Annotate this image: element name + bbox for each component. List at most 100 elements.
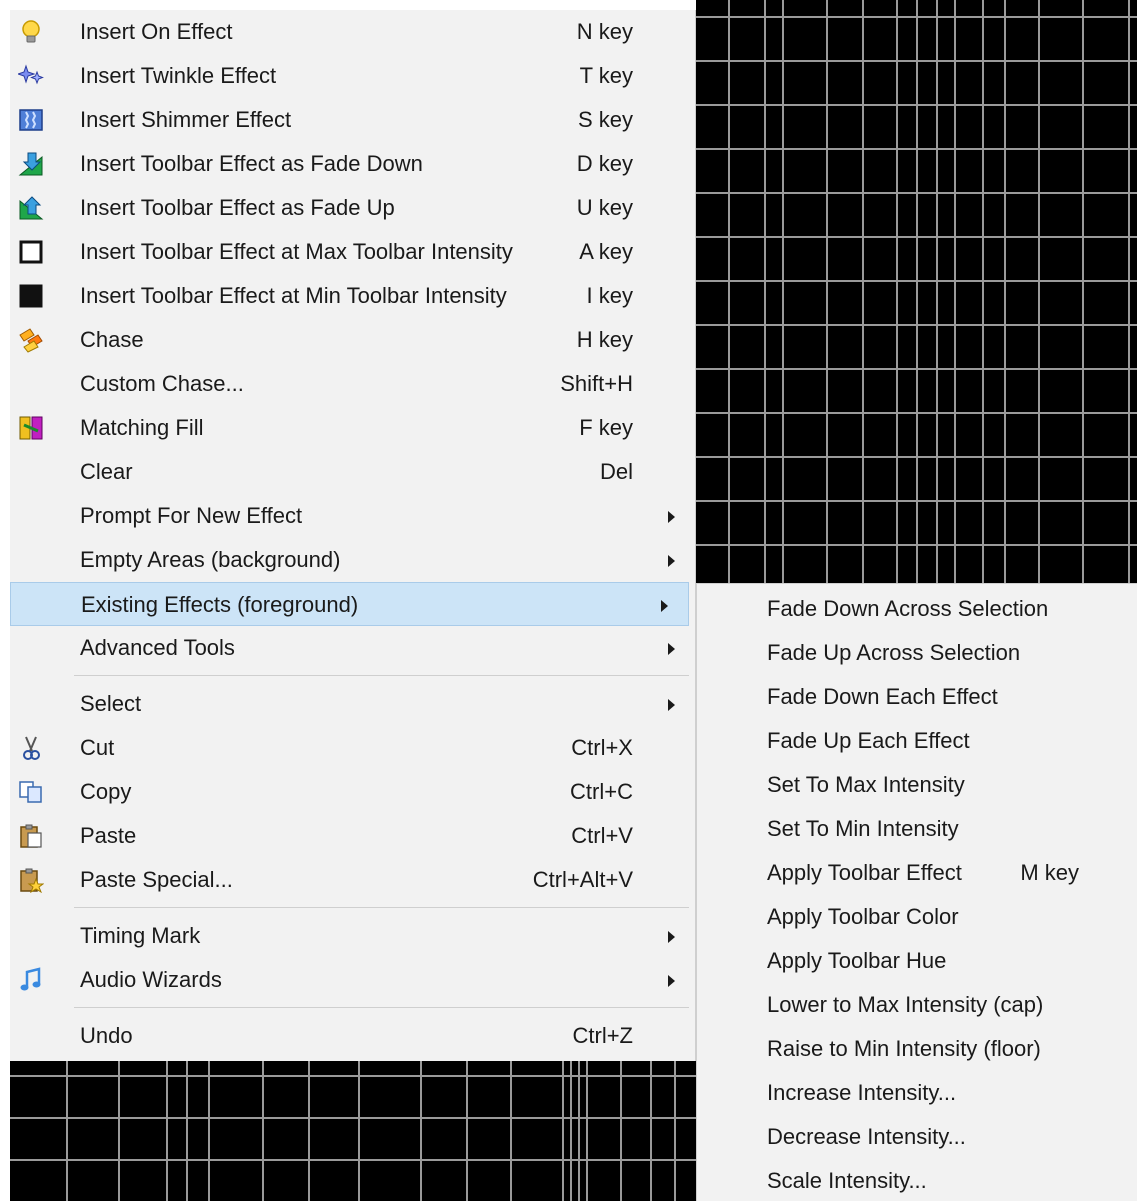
submenu-item-set-to-max-intensity[interactable]: Set To Max Intensity: [697, 763, 1137, 807]
submenu-item-increase-intensity[interactable]: Increase Intensity...: [697, 1071, 1137, 1115]
menu-item-empty-areas-background[interactable]: Empty Areas (background): [10, 538, 695, 582]
submenu-item-label: Increase Intensity...: [767, 1080, 957, 1105]
menu-item-shortcut: Ctrl+X: [571, 735, 633, 760]
grid-line: [696, 104, 1137, 106]
menu-item-insert-toolbar-effect-as-fade-down[interactable]: Insert Toolbar Effect as Fade Down D key: [10, 142, 695, 186]
menu-item-clear[interactable]: Clear Del: [10, 450, 695, 494]
grid-line: [696, 60, 1137, 62]
menu-item-audio-wizards[interactable]: Audio Wizards: [10, 958, 695, 1002]
menu-item-label: Prompt For New Effect: [80, 503, 303, 528]
menu-item-matching-fill[interactable]: Matching Fill F key: [10, 406, 695, 450]
chase-icon: [18, 327, 44, 353]
submenu-item-label: Apply Toolbar Color: [767, 904, 959, 929]
submenu-arrow-icon: [668, 511, 675, 523]
submenu-item-decrease-intensity[interactable]: Decrease Intensity...: [697, 1115, 1137, 1159]
sequence-grid-bottom[interactable]: [10, 1061, 696, 1201]
menu-item-chase[interactable]: Chase H key: [10, 318, 695, 362]
music-note-icon: [18, 967, 44, 993]
menu-item-label: Matching Fill: [80, 415, 204, 440]
menu-item-insert-twinkle-effect[interactable]: Insert Twinkle Effect T key: [10, 54, 695, 98]
grid-line: [308, 1061, 310, 1201]
menu-item-custom-chase[interactable]: Custom Chase... Shift+H: [10, 362, 695, 406]
menu-item-label: Cut: [80, 735, 115, 760]
shimmer-icon: [18, 107, 44, 133]
menu-item-advanced-tools[interactable]: Advanced Tools: [10, 626, 695, 670]
grid-line: [420, 1061, 422, 1201]
menu-item-copy[interactable]: Copy Ctrl+C: [10, 770, 695, 814]
menu-item-label: Insert Toolbar Effect as Fade Down: [80, 151, 423, 176]
grid-line: [586, 1061, 588, 1201]
grid-line: [696, 236, 1137, 238]
submenu-item-raise-to-min-intensity-floor[interactable]: Raise to Min Intensity (floor): [697, 1027, 1137, 1071]
menu-item-shortcut: F key: [579, 415, 633, 440]
menu-item-label: Insert Toolbar Effect as Fade Up: [80, 195, 395, 220]
menu-item-shortcut: Ctrl+Alt+V: [532, 867, 633, 892]
menu-item-existing-effects-foreground[interactable]: Existing Effects (foreground): [10, 582, 689, 626]
menu-item-label: Insert Toolbar Effect at Min Toolbar Int…: [80, 283, 507, 308]
menu-item-label: Insert On Effect: [80, 19, 233, 44]
menu-item-cut[interactable]: Cut Ctrl+X: [10, 726, 695, 770]
submenu-item-apply-toolbar-color[interactable]: Apply Toolbar Color: [697, 895, 1137, 939]
submenu-item-fade-down-each-effect[interactable]: Fade Down Each Effect: [697, 675, 1137, 719]
menu-separator: [74, 675, 689, 676]
menu-item-insert-on-effect[interactable]: Insert On Effect N key: [10, 10, 695, 54]
grid-line: [186, 1061, 188, 1201]
grid-line: [982, 0, 984, 583]
menu-item-undo[interactable]: Undo Ctrl+Z: [10, 1014, 695, 1058]
menu-item-insert-toolbar-effect-at-max-toolbar-intensity[interactable]: Insert Toolbar Effect at Max Toolbar Int…: [10, 230, 695, 274]
submenu-item-fade-down-across-selection[interactable]: Fade Down Across Selection: [697, 587, 1137, 631]
menu-item-label: Empty Areas (background): [80, 547, 341, 572]
menu-item-shortcut: I key: [586, 283, 633, 308]
menu-item-label: Advanced Tools: [80, 635, 235, 660]
sequence-grid-top[interactable]: [696, 0, 1137, 583]
max-intensity-icon: [18, 239, 44, 265]
menu-item-prompt-for-new-effect[interactable]: Prompt For New Effect: [10, 494, 695, 538]
menu-item-label: Timing Mark: [80, 923, 201, 948]
menu-item-insert-toolbar-effect-at-min-toolbar-intensity[interactable]: Insert Toolbar Effect at Min Toolbar Int…: [10, 274, 695, 318]
menu-item-shortcut: Ctrl+Z: [572, 1023, 634, 1048]
submenu-arrow-icon: [668, 931, 675, 943]
submenu-item-apply-toolbar-hue[interactable]: Apply Toolbar Hue: [697, 939, 1137, 983]
submenu-item-scale-intensity[interactable]: Scale Intensity...: [697, 1159, 1137, 1203]
grid-line: [650, 1061, 652, 1201]
grid-line: [208, 1061, 210, 1201]
menu-item-label: Audio Wizards: [80, 967, 222, 992]
menu-item-label: Paste: [80, 823, 137, 848]
menu-item-shortcut: Ctrl+C: [570, 779, 633, 804]
menu-item-insert-toolbar-effect-as-fade-up[interactable]: Insert Toolbar Effect as Fade Up U key: [10, 186, 695, 230]
submenu-item-apply-toolbar-effect[interactable]: Apply Toolbar Effect M key: [697, 851, 1137, 895]
grid-line: [936, 0, 938, 583]
menu-item-label: Custom Chase...: [80, 371, 244, 396]
menu-item-label: Insert Twinkle Effect: [80, 63, 277, 88]
submenu-item-label: Apply Toolbar Hue: [767, 948, 947, 973]
submenu-item-fade-up-each-effect[interactable]: Fade Up Each Effect: [697, 719, 1137, 763]
menu-item-timing-mark[interactable]: Timing Mark: [10, 914, 695, 958]
menu-item-select[interactable]: Select: [10, 682, 695, 726]
grid-line: [696, 368, 1137, 370]
fade-up-icon: [18, 195, 44, 221]
menu-item-shortcut: Del: [599, 459, 633, 484]
menu-item-paste[interactable]: Paste Ctrl+V: [10, 814, 695, 858]
twinkle-icon: [16, 63, 44, 89]
submenu-item-lower-to-max-intensity-cap[interactable]: Lower to Max Intensity (cap): [697, 983, 1137, 1027]
submenu-item-set-to-min-intensity[interactable]: Set To Min Intensity: [697, 807, 1137, 851]
menu-item-insert-shimmer-effect[interactable]: Insert Shimmer Effect S key: [10, 98, 695, 142]
scissors-icon: [18, 735, 44, 761]
menu-item-paste-special[interactable]: Paste Special... Ctrl+Alt+V: [10, 858, 695, 902]
grid-line: [1128, 0, 1130, 583]
grid-line: [826, 0, 828, 583]
grid-line: [620, 1061, 622, 1201]
menu-item-shortcut: N key: [576, 19, 633, 44]
submenu-item-fade-up-across-selection[interactable]: Fade Up Across Selection: [697, 631, 1137, 675]
submenu-item-label: Apply Toolbar Effect: [767, 860, 962, 885]
menu-item-shortcut: U key: [576, 195, 633, 220]
grid-line: [696, 280, 1137, 282]
submenu-item-label: Decrease Intensity...: [767, 1124, 966, 1149]
grid-line: [118, 1061, 120, 1201]
menu-item-label: Clear: [80, 459, 133, 484]
submenu-item-label: Set To Max Intensity: [767, 772, 965, 797]
grid-line: [696, 324, 1137, 326]
grid-line: [696, 500, 1137, 502]
grid-line: [562, 1061, 564, 1201]
submenu-item-label: Set To Min Intensity: [767, 816, 959, 841]
